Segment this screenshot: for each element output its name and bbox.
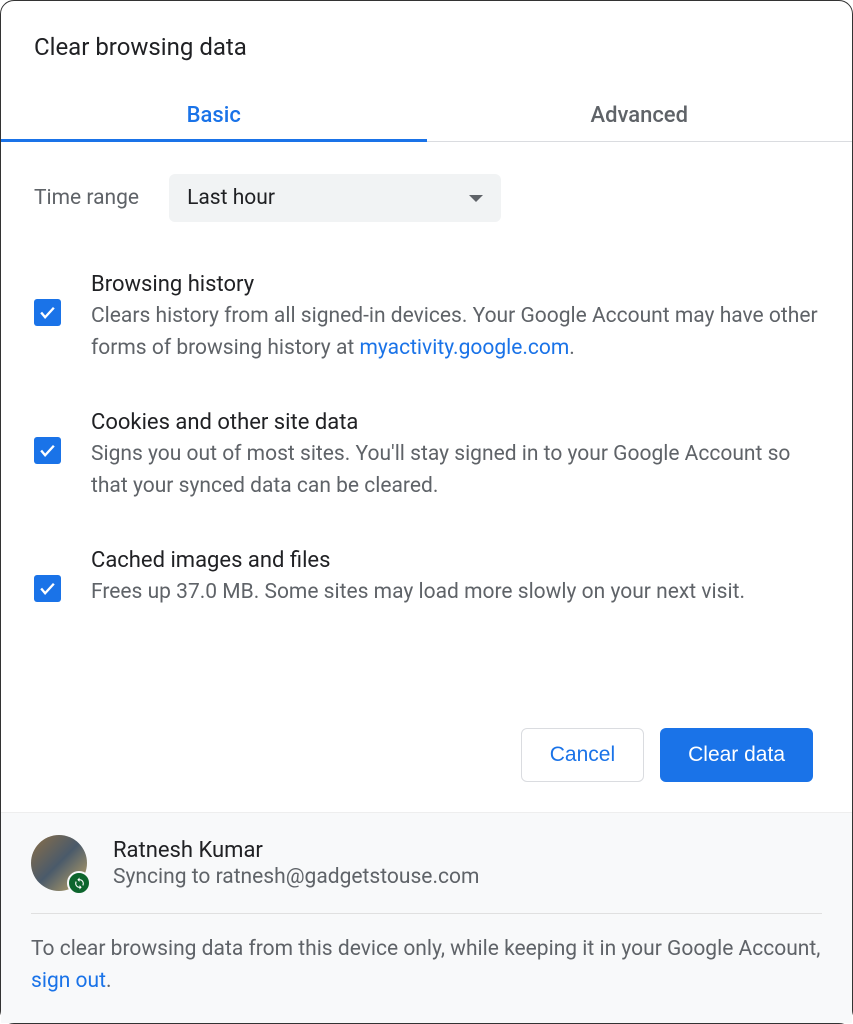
option-description: Signs you out of most sites. You'll stay… <box>91 439 819 502</box>
clear-data-button[interactable]: Clear data <box>660 728 813 782</box>
check-icon <box>38 303 57 322</box>
avatar-wrap <box>31 835 87 891</box>
dialog-body: Time range Last hour Browsing history Cl… <box>1 142 852 812</box>
tab-advanced[interactable]: Advanced <box>427 89 853 141</box>
clear-browsing-data-dialog: Clear browsing data Basic Advanced Time … <box>1 1 852 1023</box>
option-title: Browsing history <box>91 272 819 297</box>
option-title: Cookies and other site data <box>91 410 819 435</box>
option-text: Cached images and files Frees up 37.0 MB… <box>91 548 819 609</box>
option-text: Browsing history Clears history from all… <box>91 272 819 364</box>
dialog-footer: Ratnesh Kumar Syncing to ratnesh@gadgets… <box>1 812 852 1023</box>
checkbox-cookies[interactable] <box>34 437 61 464</box>
time-range-select[interactable]: Last hour <box>169 174 501 222</box>
sync-badge <box>67 871 91 895</box>
option-cookies: Cookies and other site data Signs you ou… <box>34 410 819 502</box>
profile-row: Ratnesh Kumar Syncing to ratnesh@gadgets… <box>31 835 822 914</box>
chevron-down-icon <box>469 195 483 202</box>
checkbox-browsing-history[interactable] <box>34 299 61 326</box>
profile-name: Ratnesh Kumar <box>113 838 479 863</box>
sync-icon <box>73 877 86 890</box>
option-browsing-history: Browsing history Clears history from all… <box>34 272 819 364</box>
sign-out-link[interactable]: sign out <box>31 969 106 993</box>
check-icon <box>38 441 57 460</box>
tabs: Basic Advanced <box>1 89 852 142</box>
checkbox-cached[interactable] <box>34 575 61 602</box>
time-range-label: Time range <box>34 186 139 210</box>
footer-note: To clear browsing data from this device … <box>31 934 822 997</box>
option-title: Cached images and files <box>91 548 819 573</box>
myactivity-link[interactable]: myactivity.google.com <box>359 336 569 360</box>
dialog-actions: Cancel Clear data <box>34 728 819 812</box>
option-text: Cookies and other site data Signs you ou… <box>91 410 819 502</box>
option-cached: Cached images and files Frees up 37.0 MB… <box>34 548 819 609</box>
option-description: Clears history from all signed-in device… <box>91 301 819 364</box>
option-description: Frees up 37.0 MB. Some sites may load mo… <box>91 577 819 609</box>
options-list: Browsing history Clears history from all… <box>34 272 819 655</box>
dialog-title: Clear browsing data <box>1 1 852 61</box>
time-range-value: Last hour <box>187 186 275 210</box>
cancel-button[interactable]: Cancel <box>521 728 644 782</box>
check-icon <box>38 579 57 598</box>
time-range-row: Time range Last hour <box>34 174 819 222</box>
profile-sync-status: Syncing to ratnesh@gadgetstouse.com <box>113 865 479 889</box>
profile-info: Ratnesh Kumar Syncing to ratnesh@gadgets… <box>113 838 479 889</box>
tab-basic[interactable]: Basic <box>1 89 427 141</box>
